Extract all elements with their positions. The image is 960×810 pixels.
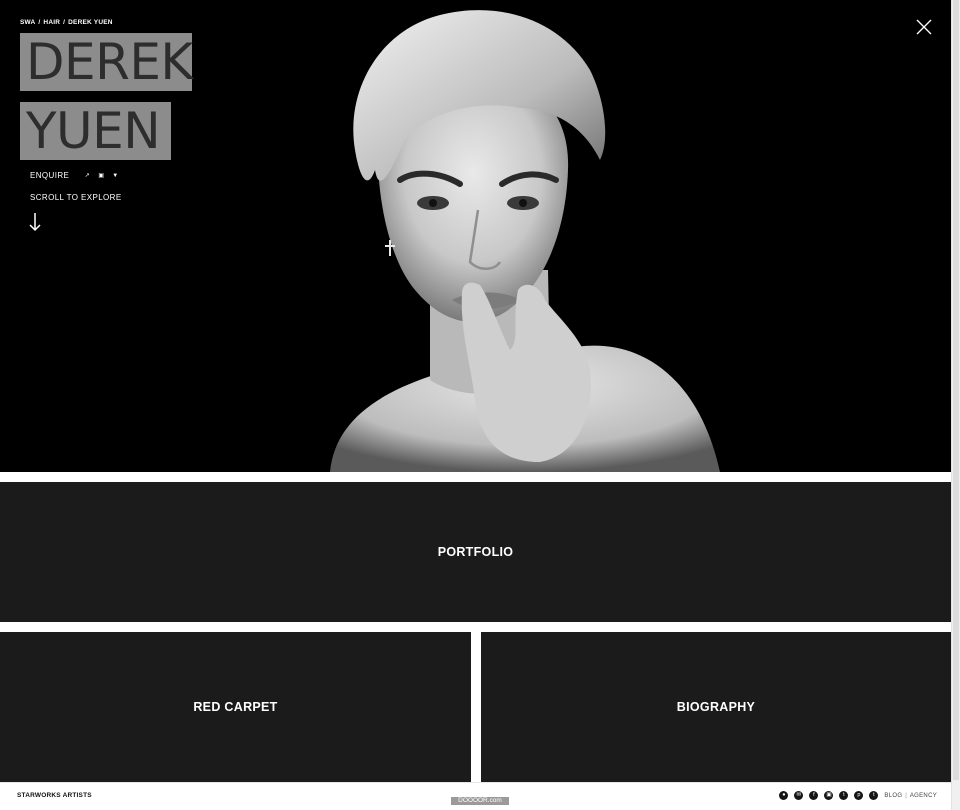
blog-link[interactable]: BLOG bbox=[884, 793, 902, 799]
hero-section: SWA / HAIR / DEREK YUEN DEREK YUEN ENQUI… bbox=[0, 0, 951, 472]
footer-links: ● ✉ f ▣ t p t BLOG | AGENCY bbox=[773, 791, 937, 800]
biography-tile[interactable]: BIOGRAPHY bbox=[481, 632, 951, 782]
instagram-icon[interactable]: ▣ bbox=[98, 173, 104, 179]
tumblr-icon[interactable]: t bbox=[869, 791, 879, 800]
twitter-icon[interactable]: ▼ bbox=[112, 173, 118, 179]
footer-brand-logo[interactable]: STARWORKS ARTISTS bbox=[17, 792, 92, 799]
footer-separator: | bbox=[905, 792, 907, 799]
enquire-link[interactable]: ENQUIRE bbox=[30, 171, 69, 180]
website-icon[interactable]: ● bbox=[779, 791, 789, 800]
facebook-icon[interactable]: f bbox=[809, 791, 819, 800]
instagram-icon[interactable]: ▣ bbox=[824, 791, 834, 800]
watermark-label: DOOOOR.com bbox=[451, 797, 509, 805]
twitter-icon[interactable]: t bbox=[839, 791, 849, 800]
breadcrumb-current: DEREK YUEN bbox=[68, 19, 113, 26]
artist-name-last: YUEN bbox=[20, 102, 171, 160]
close-icon[interactable] bbox=[916, 19, 932, 35]
pinterest-icon[interactable]: p bbox=[854, 791, 864, 800]
agency-link[interactable]: AGENCY bbox=[910, 793, 937, 799]
email-icon[interactable]: ✉ bbox=[794, 791, 804, 800]
breadcrumb-separator: / bbox=[38, 19, 41, 26]
enquire-row: ENQUIRE ↗ ▣ ▼ bbox=[30, 171, 118, 180]
breadcrumb-item[interactable]: SWA bbox=[20, 19, 35, 26]
site-footer: STARWORKS ARTISTS DOOOOR.com ● ✉ f ▣ t p… bbox=[0, 782, 951, 810]
breadcrumb: SWA / HAIR / DEREK YUEN bbox=[20, 19, 113, 26]
arrow-down-icon[interactable] bbox=[28, 212, 42, 232]
scrollbar-thumb[interactable] bbox=[953, 0, 959, 780]
breadcrumb-item[interactable]: HAIR bbox=[43, 19, 60, 26]
portfolio-tile[interactable]: PORTFOLIO bbox=[0, 482, 951, 622]
page-scrollbar[interactable] bbox=[951, 0, 960, 810]
artist-social-links: ↗ ▣ ▼ bbox=[84, 173, 118, 179]
red-carpet-tile[interactable]: RED CARPET bbox=[0, 632, 471, 782]
scroll-to-explore-label: SCROLL TO EXPLORE bbox=[30, 193, 122, 202]
artist-name-first: DEREK bbox=[20, 33, 193, 91]
breadcrumb-separator: / bbox=[63, 19, 66, 26]
link-icon[interactable]: ↗ bbox=[84, 173, 90, 179]
